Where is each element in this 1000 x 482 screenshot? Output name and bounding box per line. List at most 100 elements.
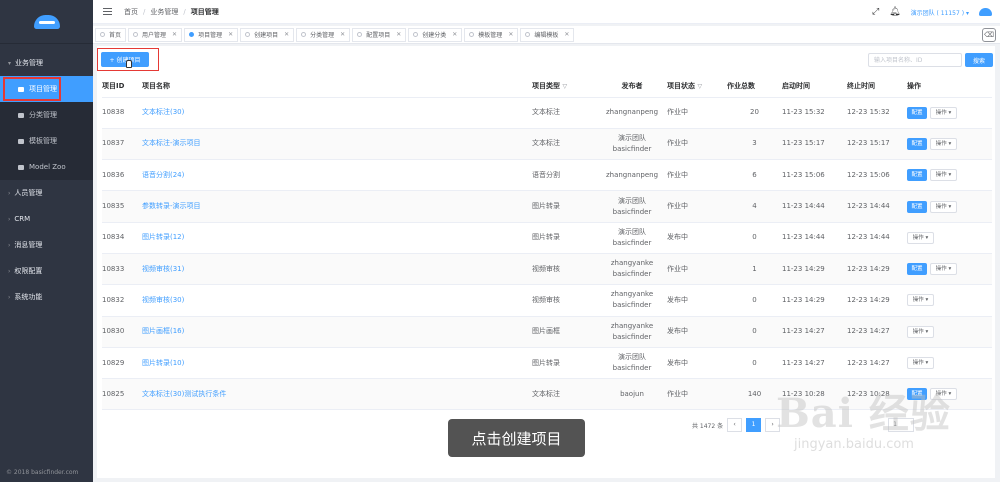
cell-job-total: 0 <box>727 284 782 317</box>
tab-project-manage[interactable]: 项目管理 ✕ <box>184 27 239 42</box>
project-name-link[interactable]: 语音分割(24) <box>142 159 532 192</box>
close-icon[interactable]: ✕ <box>228 31 233 38</box>
close-all-tabs-icon[interactable]: ⌫ <box>982 28 996 42</box>
cell-actions: 操作 ▾ <box>907 284 992 317</box>
operation-dropdown-button[interactable]: 操作 ▾ <box>930 200 957 213</box>
tab-category-manage[interactable]: 分类管理 ✕ <box>296 27 351 42</box>
breadcrumb-business[interactable]: 业务管理 <box>150 7 178 17</box>
sidebar-footer: © 2018 basicfinder.com <box>6 469 79 476</box>
project-name-link[interactable]: 图片转录(12) <box>142 222 532 254</box>
project-name-link[interactable]: 文本标注-演示项目 <box>142 128 532 161</box>
fullscreen-icon[interactable]: ⤢ <box>872 7 879 17</box>
config-button[interactable]: 配置 <box>907 169 927 182</box>
close-icon[interactable]: ✕ <box>284 31 289 38</box>
publisher-line: basicfinder <box>612 332 652 341</box>
avatar[interactable] <box>979 8 992 16</box>
cell-actions: 配置 操作 ▾ <box>907 253 992 286</box>
filter-icon[interactable]: ▽ <box>697 83 702 90</box>
cell-project-id: 10836 <box>102 159 142 192</box>
tab-edit-template[interactable]: 编辑模板 ✕ <box>520 27 575 42</box>
config-button[interactable]: 配置 <box>907 388 927 401</box>
filter-icon[interactable]: ▽ <box>562 83 567 90</box>
breadcrumb-home[interactable]: 首页 <box>124 7 138 17</box>
close-icon[interactable]: ✕ <box>172 31 177 38</box>
publisher-line: 演示团队 <box>618 133 646 142</box>
tab-label: 配置项目 <box>366 32 391 39</box>
operation-dropdown-button[interactable]: 操作 ▾ <box>930 169 957 182</box>
create-project-button[interactable]: + 创建项目 <box>101 52 149 67</box>
sidebar-group-label: 消息管理 <box>14 241 43 249</box>
pagination: 共 1472 条 ‹ 1 › 1 <box>692 417 915 433</box>
sidebar-item-template-manage[interactable]: 模板管理 <box>0 128 93 154</box>
project-list-card: + 创建项目 搜索 项目ID 项目名称 项目类型 ▽ 发布者 项目状态 ▽ 作业… <box>97 46 995 478</box>
project-name-link[interactable]: 视频审核(31) <box>142 253 532 286</box>
sidebar-group-personnel[interactable]: › 人员管理 <box>0 180 93 206</box>
column-header: 项目ID <box>102 76 142 98</box>
menu-toggle-icon[interactable] <box>103 8 112 15</box>
project-table: 项目ID 项目名称 项目类型 ▽ 发布者 项目状态 ▽ 作业总数 启动时间 终止… <box>102 76 992 411</box>
cell-end-time: 12-23 14:27 <box>847 316 907 348</box>
cell-status: 作业中 <box>667 128 727 161</box>
operation-dropdown-button[interactable]: 操作 ▾ <box>907 294 934 307</box>
tab-config-project[interactable]: 配置项目 ✕ <box>352 27 407 42</box>
sidebar-item-model-zoo[interactable]: Model Zoo <box>0 154 93 180</box>
close-icon[interactable]: ✕ <box>396 31 401 38</box>
sidebar-group-permission[interactable]: › 权限配置 <box>0 258 93 284</box>
close-icon[interactable]: ✕ <box>564 31 569 38</box>
column-header: 项目名称 <box>142 76 532 98</box>
config-button[interactable]: 配置 <box>907 137 927 150</box>
tab-user-manage[interactable]: 用户管理 ✕ <box>128 27 183 42</box>
table-row: 10836 语音分割(24) 语音分割 zhangnanpeng 作业中 6 11-23 1… <box>102 159 992 192</box>
operation-dropdown-button[interactable]: 操作 ▾ <box>907 357 934 370</box>
publisher-line: zhangyanke <box>610 259 654 268</box>
config-button[interactable]: 配置 <box>907 200 927 213</box>
close-icon[interactable]: ✕ <box>452 31 457 38</box>
hand-cursor-icon <box>126 60 132 68</box>
operation-dropdown-button[interactable]: 操作 ▾ <box>907 231 934 244</box>
model-icon <box>18 164 24 170</box>
sidebar-group-business[interactable]: ▾ 业务管理 <box>0 50 93 76</box>
sidebar-group-crm[interactable]: › CRM <box>0 206 93 232</box>
tab-bar: 首页 用户管理 ✕ 项目管理 ✕ 创建项目 ✕ 分类管理 ✕ 配置项目 ✕ 创建分类 ✕ 模… <box>93 26 1000 44</box>
cell-publisher: zhangyanke basicfinder <box>597 316 667 348</box>
user-team-dropdown[interactable]: 演示团队 ( 11157 ) ▾ <box>911 8 969 17</box>
tab-create-project[interactable]: 创建项目 ✕ <box>240 27 295 42</box>
cell-status: 发布中 <box>667 284 727 317</box>
search-input[interactable] <box>868 53 962 67</box>
project-name-link[interactable]: 参数转录-演示项目 <box>142 190 532 223</box>
tab-dot-icon <box>133 32 139 37</box>
page-button[interactable]: 1 <box>746 418 762 432</box>
sidebar-group-system[interactable]: › 系统功能 <box>0 284 93 310</box>
tab-template-manage[interactable]: 模板管理 ✕ <box>464 27 519 42</box>
next-page-button[interactable]: › <box>765 418 781 432</box>
publisher-line: basicfinder <box>612 270 652 279</box>
tab-label: 创建项目 <box>254 32 279 39</box>
project-name-link[interactable]: 文本标注(30) <box>142 97 532 129</box>
search-button[interactable]: 搜索 <box>965 53 993 67</box>
sidebar: ▾ 业务管理 项目管理 分类管理 模板管理 Model Zoo › 人员管理 ›… <box>0 0 93 482</box>
project-name-link[interactable]: 视频审核(30) <box>142 284 532 317</box>
cell-publisher: zhangnanpeng <box>597 97 667 129</box>
tab-create-category[interactable]: 创建分类 ✕ <box>408 27 463 42</box>
tab-home[interactable]: 首页 <box>95 27 127 42</box>
operation-dropdown-button[interactable]: 操作 ▾ <box>930 106 957 119</box>
page-jump-input[interactable]: 1 <box>888 418 915 432</box>
sidebar-group-message[interactable]: › 消息管理 <box>0 232 93 258</box>
cell-publisher: 演示团队 basicfinder <box>597 222 667 254</box>
operation-dropdown-button[interactable]: 操作 ▾ <box>930 388 957 401</box>
prev-page-button[interactable]: ‹ <box>727 418 743 432</box>
project-name-link[interactable]: 文本标注(30)测试执行条件 <box>142 378 532 411</box>
operation-dropdown-button[interactable]: 操作 ▾ <box>930 263 957 276</box>
project-name-link[interactable]: 图片画框(16) <box>142 316 532 348</box>
operation-dropdown-button[interactable]: 操作 ▾ <box>930 137 957 150</box>
operation-dropdown-button[interactable]: 操作 ▾ <box>907 325 934 338</box>
config-button[interactable]: 配置 <box>907 106 927 119</box>
sidebar-item-project-manage[interactable]: 项目管理 <box>0 76 93 102</box>
config-button[interactable]: 配置 <box>907 263 927 276</box>
publisher-line: zhangnanpeng <box>605 170 659 179</box>
sidebar-item-category-manage[interactable]: 分类管理 <box>0 102 93 128</box>
bell-icon[interactable]: 🔔︎ <box>889 7 900 17</box>
project-name-link[interactable]: 图片转录(10) <box>142 347 532 380</box>
close-icon[interactable]: ✕ <box>340 31 345 38</box>
close-icon[interactable]: ✕ <box>508 31 513 38</box>
